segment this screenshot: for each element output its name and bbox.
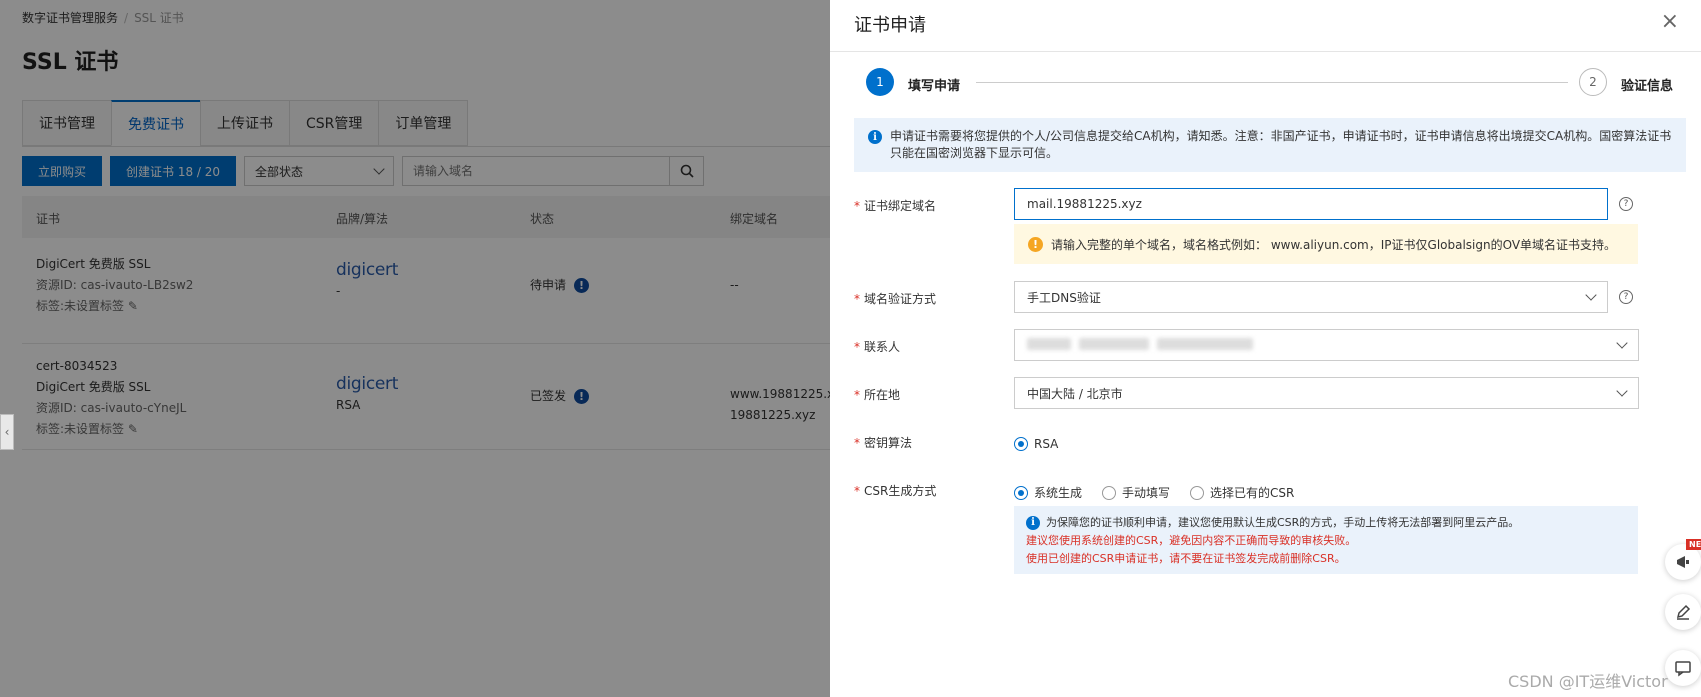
verify-method-value: 手工DNS验证: [1027, 290, 1101, 305]
cert-apply-drawer: 证书申请 × 1 填写申请 2 验证信息 i 申请证书需要将您提供的个人/公司信…: [830, 0, 1701, 697]
radio-csr-existing-label: 选择已有的CSR: [1210, 486, 1295, 500]
algo-label: * 密钥算法: [854, 436, 913, 450]
step-1-circle: 1: [866, 68, 894, 96]
domain-field[interactable]: [1014, 188, 1608, 220]
info-icon: i: [868, 130, 882, 144]
drawer-title: 证书申请: [854, 15, 926, 36]
radio-rsa-label: RSA: [1034, 437, 1059, 451]
chat-icon: [1675, 661, 1691, 677]
location-value: 中国大陆 / 北京市: [1027, 386, 1123, 401]
radio-dot: [1102, 485, 1117, 500]
radio-csr-manual-label: 手动填写: [1122, 486, 1171, 500]
chevron-down-icon: [1585, 289, 1597, 301]
close-icon[interactable]: ×: [1661, 11, 1679, 33]
csr-warning-1: 建议您使用系统创建的CSR，避免因内容不正确而导致的审核失败。: [1026, 534, 1357, 547]
watermark: CSDN @IT运维Victor: [1508, 672, 1668, 691]
step-2-circle: 2: [1579, 68, 1607, 96]
verify-label: * 域名验证方式: [854, 292, 937, 306]
csr-tip: i 为保障您的证书顺利申请，建议您使用默认生成CSR的方式，手动上传将无法部署到…: [1014, 506, 1638, 574]
step-2-label: 验证信息: [1621, 79, 1674, 94]
chevron-down-icon: [1616, 385, 1628, 397]
contact-label: * 联系人: [854, 340, 901, 354]
edit-float-button[interactable]: [1665, 594, 1701, 630]
domain-label-text: 证书绑定域名: [864, 199, 937, 213]
domain-tip-text: 请输入完整的单个域名，域名格式例如： www.aliyun.com，IP证书仅G…: [1051, 237, 1617, 252]
chat-float-button[interactable]: [1665, 650, 1701, 686]
warning-icon: !: [1028, 236, 1043, 252]
domain-label: * 证书绑定域名: [854, 199, 937, 213]
verify-label-text: 域名验证方式: [864, 292, 937, 306]
domain-input[interactable]: [1027, 197, 1595, 211]
stepper: 1 填写申请 2 验证信息: [866, 68, 1676, 98]
csr-radio-group: 系统生成 手动填写 选择已有的CSR: [1014, 484, 1294, 501]
radio-csr-manual[interactable]: 手动填写: [1102, 484, 1170, 501]
location-select[interactable]: 中国大陆 / 北京市: [1014, 377, 1639, 409]
background-page: 数字证书管理服务 / SSL 证书 SSL 证书 证书管理 免费证书 上传证书 CS…: [0, 0, 830, 697]
new-badge: NE: [1686, 539, 1701, 550]
step-connector: [976, 82, 1568, 83]
modal-overlay[interactable]: [0, 0, 830, 697]
csr-tip-text: 为保障您的证书顺利申请，建议您使用默认生成CSR的方式，手动上传将无法部署到阿里…: [1046, 516, 1520, 529]
csr-warning-2: 使用已创建的CSR申请证书，请不要在证书签发完成前删除CSR。: [1026, 552, 1346, 565]
radio-dot: [1014, 485, 1028, 500]
domain-tip: ! 请输入完整的单个域名，域名格式例如： www.aliyun.com，IP证书…: [1014, 224, 1638, 264]
algo-label-text: 密钥算法: [864, 436, 913, 450]
help-icon[interactable]: ?: [1619, 290, 1633, 304]
pencil-icon: [1676, 604, 1691, 620]
collapse-handle[interactable]: ‹: [0, 414, 14, 450]
ca-notice-text: 申请证书需要将您提供的个人/公司信息提交给CA机构，请知悉。注意：非国产证书，申…: [890, 129, 1672, 160]
chevron-down-icon: [1616, 337, 1628, 349]
location-label-text: 所在地: [864, 388, 901, 402]
verify-method-select[interactable]: 手工DNS验证: [1014, 281, 1608, 313]
radio-csr-existing[interactable]: 选择已有的CSR: [1190, 484, 1294, 501]
csr-label: * CSR生成方式: [854, 484, 937, 498]
contact-select[interactable]: [1014, 329, 1639, 361]
chevron-left-icon: ‹: [4, 425, 10, 439]
info-icon: i: [1026, 516, 1040, 530]
radio-rsa[interactable]: RSA: [1014, 437, 1058, 451]
radio-dot: [1014, 437, 1028, 451]
radio-dot: [1190, 485, 1205, 500]
help-icon[interactable]: ?: [1619, 197, 1633, 211]
drawer-header: 证书申请 ×: [830, 0, 1701, 52]
ca-notice: i 申请证书需要将您提供的个人/公司信息提交给CA机构，请知悉。注意：非国产证书…: [854, 118, 1686, 172]
contact-label-text: 联系人: [864, 340, 901, 354]
location-label: * 所在地: [854, 388, 901, 402]
step-1-label: 填写申请: [908, 79, 961, 94]
algo-radio-group: RSA: [1014, 437, 1058, 451]
csr-label-text: CSR生成方式: [864, 484, 937, 498]
csr-tip-line: i 为保障您的证书顺利申请，建议您使用默认生成CSR的方式，手动上传将无法部署到…: [1026, 514, 1626, 532]
contact-value-redacted: [1027, 337, 1261, 353]
radio-csr-system-label: 系统生成: [1034, 486, 1083, 500]
megaphone-icon: [1677, 556, 1689, 568]
radio-csr-system[interactable]: 系统生成: [1014, 484, 1082, 501]
